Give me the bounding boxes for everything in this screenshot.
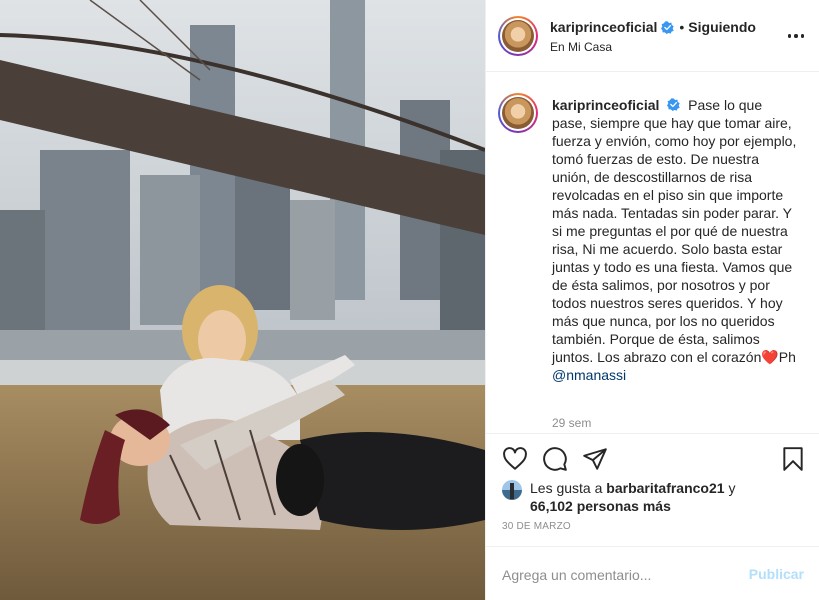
- publish-button[interactable]: Publicar: [749, 566, 804, 582]
- photographer-mention-link[interactable]: @nmanassi: [552, 367, 626, 383]
- follow-button[interactable]: Siguiendo: [688, 19, 756, 35]
- post-caption-area: kariprinceoficial Pase lo que pase, siem…: [486, 73, 819, 433]
- more-options-icon[interactable]: [784, 26, 808, 46]
- speech-bubble-icon[interactable]: [542, 446, 568, 472]
- post-action-bar: [486, 433, 819, 481]
- post-time-ago[interactable]: 29 sem: [552, 416, 591, 430]
- separator-dot: •: [679, 19, 685, 35]
- comment-input[interactable]: [502, 565, 722, 585]
- post-details-panel: kariprinceoficial • Siguiendo En Mi Casa…: [485, 0, 819, 600]
- post-date[interactable]: 30 DE MARZO: [502, 521, 571, 532]
- verified-badge-icon: [667, 98, 680, 111]
- author-avatar[interactable]: [498, 16, 538, 56]
- author-row: kariprinceoficial • Siguiendo: [550, 19, 756, 35]
- bookmark-icon[interactable]: [780, 446, 806, 472]
- post-caption: kariprinceoficial Pase lo que pase, siem…: [552, 96, 800, 384]
- verified-badge-icon: [661, 20, 675, 34]
- likes-prefix: Les gusta a: [530, 480, 603, 496]
- post-photo-illustration: [0, 0, 485, 600]
- heart-outline-icon[interactable]: [502, 446, 528, 472]
- author-avatar-photo: [502, 20, 534, 52]
- liker-username[interactable]: barbaritafranco21: [606, 480, 724, 496]
- caption-body: Pase lo que pase, siempre que hay que to…: [552, 97, 797, 365]
- post-header: kariprinceoficial • Siguiendo En Mi Casa: [486, 0, 819, 72]
- post-location[interactable]: En Mi Casa: [550, 40, 612, 54]
- paper-plane-icon[interactable]: [582, 446, 608, 472]
- caption-username[interactable]: kariprinceoficial: [552, 97, 659, 113]
- caption-author-avatar[interactable]: [498, 93, 538, 133]
- caption-author-avatar-photo: [502, 97, 534, 129]
- author-username[interactable]: kariprinceoficial: [550, 19, 657, 35]
- comment-form: Publicar: [486, 546, 819, 600]
- likes-count-link[interactable]: 66,102 personas más: [530, 498, 671, 514]
- heart-emoji: ❤️: [761, 349, 779, 365]
- caption-photo-credit: Ph: [778, 349, 796, 365]
- liker-avatar[interactable]: [502, 480, 522, 500]
- post-photo[interactable]: [0, 0, 485, 600]
- likes-and: y: [728, 480, 736, 496]
